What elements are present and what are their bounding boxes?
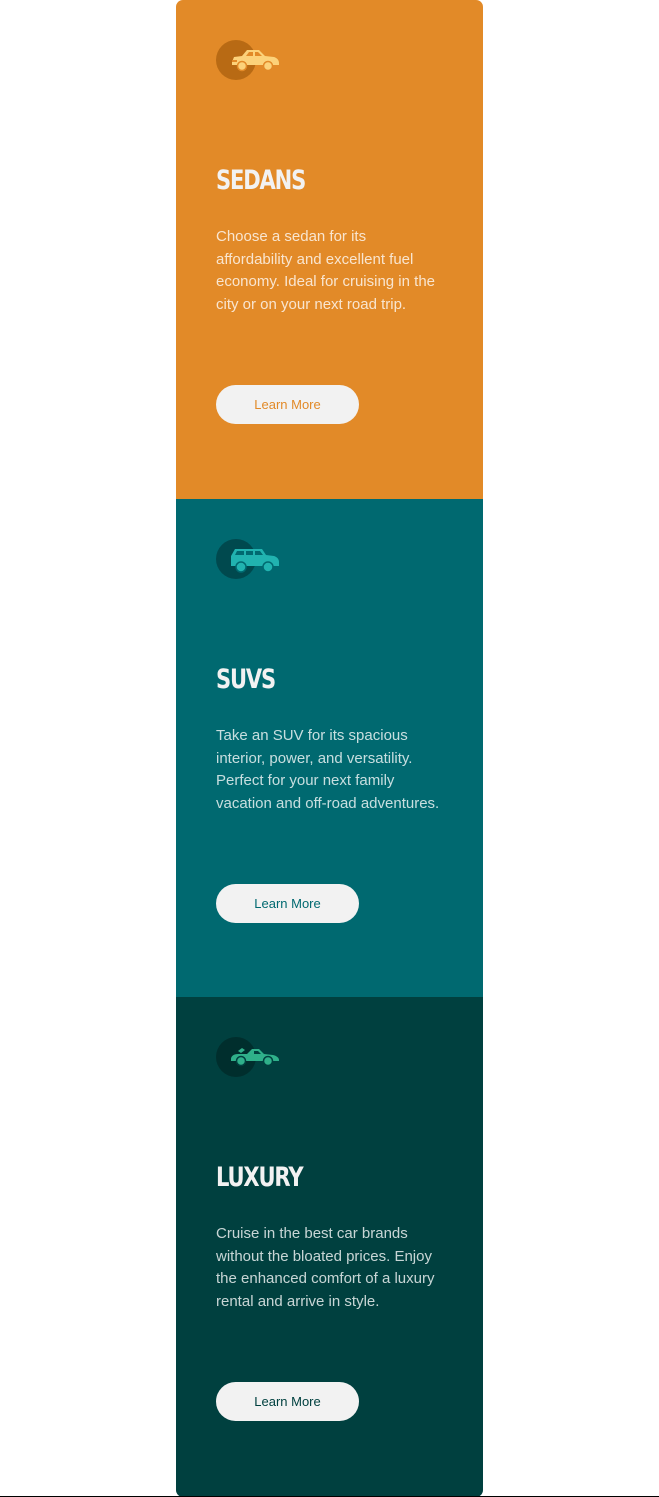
card-title: SUVS [216, 664, 276, 695]
sedan-svg [232, 50, 279, 72]
suvs-card: SUVS Take an SUV for its spacious interi… [176, 499, 483, 997]
card-description: Cruise in the best car brands without th… [216, 1225, 435, 1310]
luxury-svg [231, 1048, 279, 1067]
card-description: Take an SUV for its spacious interior, p… [216, 727, 440, 812]
luxury-learn-more-button[interactable]: Learn More [216, 1382, 359, 1421]
sedan-car-icon [216, 40, 280, 80]
page: SEDANS Choose a sedan for its affordabil… [0, 0, 659, 1497]
luxury-card: LUXURY Cruise in the best car brands wit… [176, 997, 483, 1497]
sedans-learn-more-button[interactable]: Learn More [216, 385, 359, 424]
card-description: Choose a sedan for its affordability and… [216, 228, 436, 313]
luxury-car-icon [216, 1037, 280, 1077]
car-categories-card: SEDANS Choose a sedan for its affordabil… [176, 0, 483, 1497]
card-title: LUXURY [216, 1162, 304, 1193]
card-title: SEDANS [216, 165, 306, 196]
suv-svg [231, 549, 279, 573]
suvs-learn-more-button[interactable]: Learn More [216, 884, 359, 923]
sedans-card: SEDANS Choose a sedan for its affordabil… [176, 0, 483, 499]
suv-car-icon [216, 539, 280, 579]
